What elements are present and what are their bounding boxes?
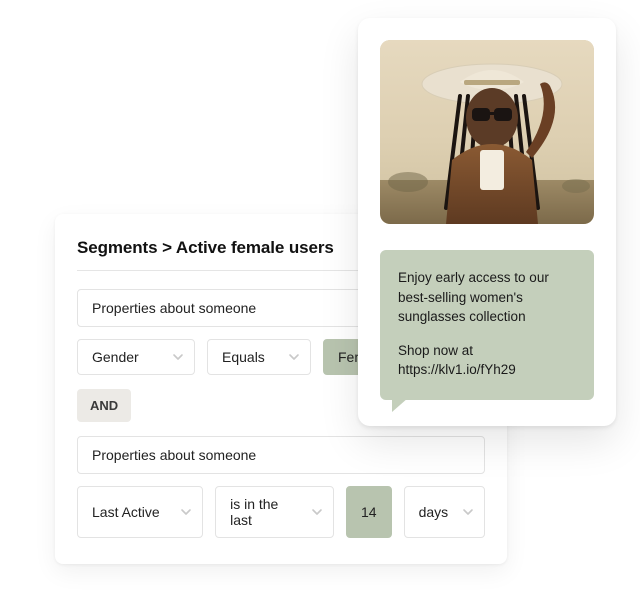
operator-select-equals[interactable]: Equals: [207, 339, 311, 375]
message-preview-card: Enjoy early access to our best-selling w…: [358, 18, 616, 426]
message-line-2: Shop now at https://klv1.io/fYh29: [398, 341, 576, 380]
chevron-down-icon: [462, 506, 474, 518]
operator-select-value: Equals: [222, 349, 265, 365]
message-line-1: Enjoy early access to our best-selling w…: [398, 268, 576, 327]
unit-select-days[interactable]: days: [404, 486, 485, 538]
breadcrumb-current: Active female users: [176, 238, 334, 257]
message-bubble-wrap: Enjoy early access to our best-selling w…: [380, 250, 594, 400]
conjunction-text: AND: [90, 398, 118, 413]
preview-photo: [380, 40, 594, 224]
operator-select-isinlast[interactable]: is in the last: [215, 486, 334, 538]
condition-type-text: Properties about someone: [92, 300, 256, 316]
field-select-value: Gender: [92, 349, 139, 365]
value-chip-text: 14: [361, 504, 377, 520]
field-select-gender[interactable]: Gender: [77, 339, 195, 375]
field-select-value: Last Active: [92, 504, 160, 520]
chevron-down-icon: [180, 506, 192, 518]
conjunction-and[interactable]: AND: [77, 389, 131, 422]
chevron-down-icon: [172, 351, 184, 363]
condition-type-label[interactable]: Properties about someone: [77, 436, 485, 474]
value-chip-14[interactable]: 14: [346, 486, 392, 538]
condition-row: Last Active is in the last 14 days: [77, 486, 485, 538]
unit-select-value: days: [419, 504, 449, 520]
operator-select-value: is in the last: [230, 496, 301, 528]
message-bubble: Enjoy early access to our best-selling w…: [380, 250, 594, 400]
chevron-down-icon: [311, 506, 323, 518]
bubble-tail-icon: [392, 398, 408, 412]
condition-type-text: Properties about someone: [92, 447, 256, 463]
breadcrumb-root[interactable]: Segments: [77, 238, 157, 257]
field-select-lastactive[interactable]: Last Active: [77, 486, 203, 538]
breadcrumb-sep: >: [162, 238, 172, 257]
chevron-down-icon: [288, 351, 300, 363]
